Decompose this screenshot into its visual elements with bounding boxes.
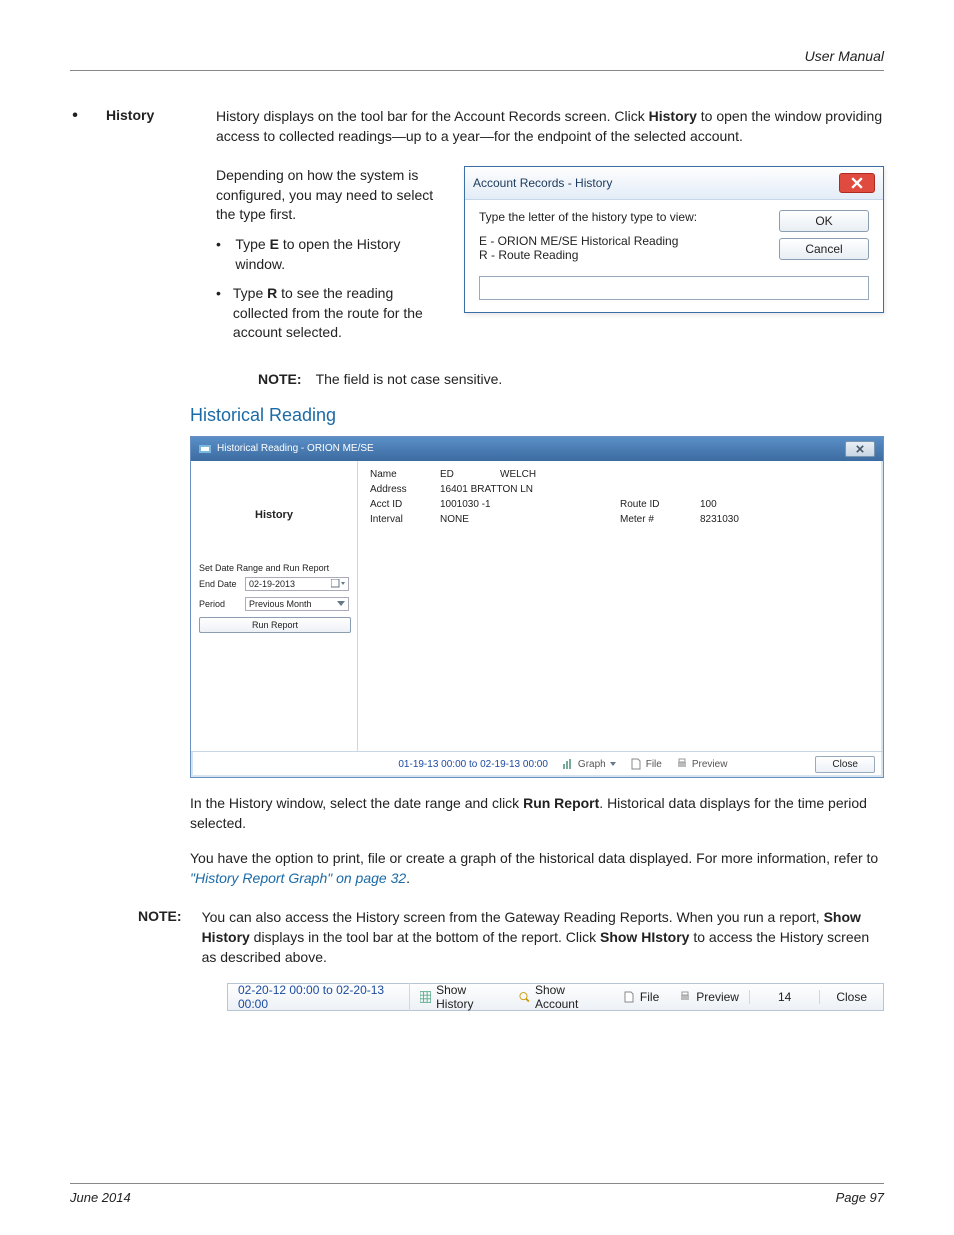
period-select[interactable]: Previous Month [245,597,349,611]
close-button[interactable] [839,173,875,193]
bullet-icon: • [216,284,221,343]
close-button[interactable]: Close [820,990,883,1004]
name-value-1: ED [440,469,500,480]
meter-value: 8231030 [700,514,770,525]
route-id-label: Route ID [620,499,700,510]
report-toolbar: 02-20-12 00:00 to 02-20-13 00:00 Show Hi… [227,983,884,1011]
chevron-down-icon [610,762,616,766]
grid-icon [420,991,431,1003]
list-item: • Type E to open the History window. [216,235,436,274]
bullet-icon: • [216,235,223,274]
preview-button[interactable]: Preview [676,758,728,770]
record-count: 14 [749,990,820,1004]
sidebar-title: History [199,509,349,521]
date-range-label: 01-19-13 00:00 to 02-19-13 00:00 [398,759,548,770]
paragraph: You have the option to print, file or cr… [190,849,884,888]
dialog-history-type: Account Records - History Type the lette… [464,166,884,313]
printer-icon [676,758,688,770]
footer-date: June 2014 [70,1190,131,1205]
acct-id-label: Acct ID [370,499,440,510]
close-icon [851,177,863,189]
dialog-option-e: E - ORION ME/SE Historical Reading [479,234,755,248]
address-label: Address [370,484,440,495]
file-icon [623,991,635,1003]
file-button[interactable]: File [613,990,669,1004]
list-item: • Type R to see the reading collected fr… [216,284,436,343]
depends-paragraph: Depending on how the system is configure… [216,166,436,225]
name-label: Name [370,469,440,480]
bullet-icon: • [70,107,80,146]
show-history-button[interactable]: Show History [410,983,509,1011]
chevron-down-icon [337,601,345,607]
link-history-report-graph[interactable]: "History Report Graph" on page 32 [190,870,406,886]
note-label: NOTE: [138,908,182,967]
intro-paragraph: History displays on the tool bar for the… [216,107,884,146]
app-icon [199,443,211,455]
address-value: 16401 BRATTON LN [440,484,620,495]
file-icon [630,758,642,770]
show-account-button[interactable]: Show Account [509,983,613,1011]
sidebar-section-label: Set Date Range and Run Report [199,563,349,573]
printer-icon [679,991,691,1003]
note-text: The field is not case sensitive. [316,371,503,387]
close-icon [856,445,864,453]
preview-button[interactable]: Preview [669,990,749,1004]
date-range-label: 02-20-12 00:00 to 02-20-13 00:00 [228,983,410,1011]
dialog-title: Historical Reading - ORION ME/SE [217,443,374,454]
close-button[interactable]: Close [815,756,875,773]
meter-label: Meter # [620,514,700,525]
dialog-historical-reading: Historical Reading - ORION ME/SE History… [190,436,884,778]
interval-label: Interval [370,514,440,525]
cancel-button[interactable]: Cancel [779,238,869,260]
page-header: User Manual [70,48,884,71]
close-button[interactable] [845,441,875,457]
route-id-value: 100 [700,499,770,510]
period-label: Period [199,599,239,609]
dialog-prompt: Type the letter of the history type to v… [479,210,755,224]
magnifier-icon [519,991,530,1003]
section-heading-historical-reading: Historical Reading [190,405,884,426]
graph-icon [562,758,574,770]
run-report-button[interactable]: Run Report [199,617,351,633]
ok-button[interactable]: OK [779,210,869,232]
dialog-title: Account Records - History [473,176,612,190]
note-label: NOTE: [216,371,302,387]
acct-id-value: 1001030 -1 [440,499,620,510]
note-paragraph: You can also access the History screen f… [202,908,884,967]
dialog-option-r: R - Route Reading [479,248,755,262]
end-date-input[interactable]: 02-19-2013 [245,577,349,591]
footer-page: Page 97 [836,1190,884,1205]
calendar-dropdown-icon [331,579,345,589]
section-topic: History [106,107,190,146]
name-value-2: WELCH [500,469,620,480]
end-date-label: End Date [199,579,239,589]
file-button[interactable]: File [630,758,662,770]
type-input[interactable] [479,276,869,300]
graph-button[interactable]: Graph [562,758,616,770]
interval-value: NONE [440,514,620,525]
paragraph: In the History window, select the date r… [190,794,884,833]
